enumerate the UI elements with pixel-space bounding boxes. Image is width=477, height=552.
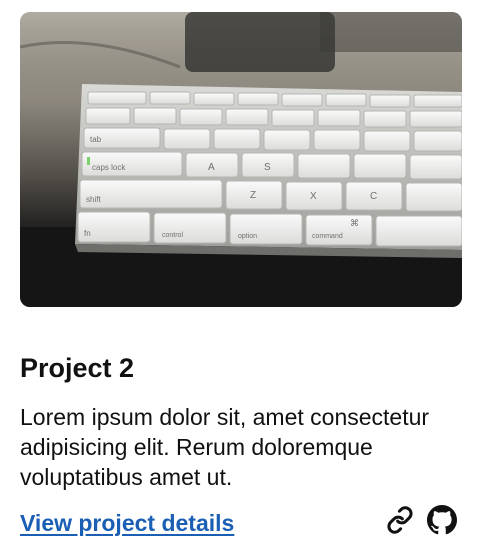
- project-card: tab caps lock A S Z X C shift fn control…: [0, 0, 477, 552]
- key-label-shift: shift: [86, 195, 101, 204]
- key-label-tab: tab: [90, 135, 102, 144]
- key-label-option: option: [238, 233, 257, 240]
- project-description: Lorem ipsum dolor sit, amet consectetur …: [20, 404, 430, 490]
- key-label-x: X: [310, 191, 317, 202]
- key-label-s: S: [264, 162, 271, 173]
- key-label-command: command: [312, 233, 343, 240]
- link-icon[interactable]: [384, 505, 416, 535]
- view-project-details-link[interactable]: View project details: [20, 508, 234, 538]
- key-label-fn: fn: [84, 229, 91, 238]
- project-image: tab caps lock A S Z X C shift fn control…: [20, 12, 462, 307]
- project-title: Project 2: [20, 353, 135, 383]
- key-label-a: A: [208, 162, 215, 173]
- key-label-caps-lock: caps lock: [92, 163, 126, 172]
- key-label-z: Z: [250, 190, 256, 201]
- key-label-c: C: [370, 191, 377, 202]
- key-label-control: control: [162, 232, 183, 239]
- keyboard-photo: tab caps lock A S Z X C shift fn control…: [20, 12, 462, 307]
- github-icon[interactable]: [426, 505, 458, 535]
- key-label-cmd-symbol: ⌘: [350, 218, 359, 228]
